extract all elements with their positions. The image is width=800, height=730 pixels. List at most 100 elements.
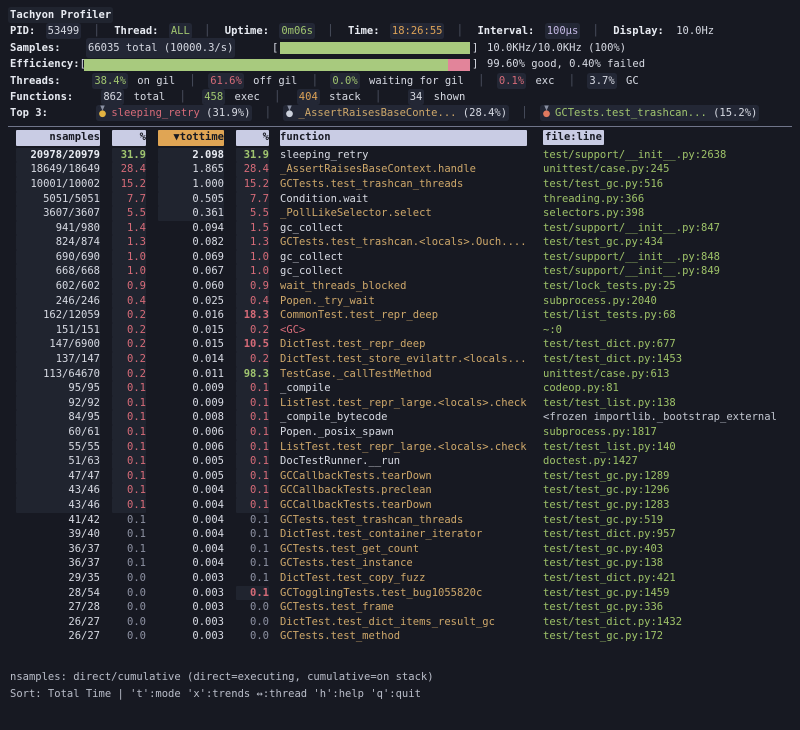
tottime-cell: 0.011: [158, 367, 224, 382]
function-cell: wait_threads_blocked: [280, 279, 527, 294]
nsamples-cell: 28/54: [16, 586, 100, 601]
thread-value[interactable]: ALL: [171, 25, 190, 37]
functions-exec-label: exec: [235, 91, 260, 103]
function-cell: gc_collect: [280, 250, 527, 265]
column-header-function[interactable]: function: [280, 130, 527, 146]
nsamples-cell: 137/147: [16, 352, 100, 367]
tottime-cell: 0.003: [158, 615, 224, 630]
nsamples-cell: 18649/18649: [16, 162, 100, 177]
function-cell: TestCase._callTestMethod: [280, 367, 527, 382]
function-cell: DictTest.test_copy_fuzz: [280, 571, 527, 586]
column-header-cumulative-pct[interactable]: %: [236, 130, 269, 146]
table-row: 28/54 0.0 0.003 0.1 GCTogglingTests.test…: [0, 586, 800, 601]
direct-pct-cell: 1.0: [112, 264, 146, 279]
file-line-cell: test/test_gc.py:516: [543, 177, 792, 192]
cumulative-pct-cell: 7.7: [236, 192, 269, 207]
table-row: 47/47 0.1 0.005 0.1 GCCallbackTests.tear…: [0, 469, 800, 484]
cumulative-pct-cell: 0.2: [236, 323, 269, 338]
direct-pct-cell: 0.1: [112, 513, 146, 528]
function-cell: _compile: [280, 381, 527, 396]
direct-pct-cell: 0.2: [112, 308, 146, 323]
direct-pct-cell: 1.3: [112, 235, 146, 250]
top3-line: Top 3: sleeping_retry (31.9%) │ _AssertR…: [0, 105, 800, 121]
tottime-cell: 0.361: [158, 206, 224, 221]
samples-value: 66035 total (10000.3/s): [88, 40, 233, 56]
cumulative-pct-cell: 0.1: [236, 396, 269, 411]
separator: │: [521, 107, 527, 119]
cumulative-pct-cell: 0.1: [236, 498, 269, 513]
direct-pct-cell: 0.2: [112, 337, 146, 352]
cumulative-pct-cell: 15.2: [236, 177, 269, 192]
nsamples-cell: 162/12059: [16, 308, 100, 323]
threads-gc-pct: 3.7%: [589, 75, 614, 87]
cumulative-pct-cell: 1.0: [236, 250, 269, 265]
tottime-cell: 0.003: [158, 629, 224, 644]
tottime-cell: 0.003: [158, 586, 224, 601]
footer-keybindings: Sort: Total Time | 't':mode 'x':trends ↔…: [10, 686, 800, 703]
table-row: 92/92 0.1 0.009 0.1 ListTest.test_repr_l…: [0, 396, 800, 411]
threads-waiting-label: waiting for gil: [369, 75, 464, 87]
file-line-cell: subprocess.py:2040: [543, 294, 792, 309]
direct-pct-cell: 0.1: [112, 542, 146, 557]
function-cell: Condition.wait: [280, 192, 527, 207]
separator: │: [94, 25, 100, 37]
file-line-cell: test/test_dict.py:421: [543, 571, 792, 586]
info-line: PID: 53499 │ Thread: ALL │ Uptime: 0m06s…: [0, 23, 800, 39]
function-cell: GCTests.test_trashcan_threads: [280, 177, 527, 192]
cumulative-pct-cell: 5.5: [236, 206, 269, 221]
header-divider: [8, 126, 792, 127]
function-cell: DictTest.test_container_iterator: [280, 527, 527, 542]
file-line-cell: test/test_dict.py:1432: [543, 615, 792, 630]
direct-pct-cell: 0.0: [112, 586, 146, 601]
tottime-cell: 0.005: [158, 454, 224, 469]
samples-line: Samples: 66035 total (10000.3/s) [ ] 10.…: [0, 40, 800, 56]
efficiency-bar-close-bracket: ]: [472, 56, 478, 72]
file-line-cell: threading.py:366: [543, 192, 792, 207]
file-line-cell: test/test_dict.py:957: [543, 527, 792, 542]
top3-entry-2-name: _AssertRaisesBaseConte...: [298, 107, 456, 119]
cumulative-pct-cell: 0.1: [236, 410, 269, 425]
file-line-cell: test/test_list.py:140: [543, 440, 792, 455]
file-line-cell: test/test_gc.py:1296: [543, 483, 792, 498]
table-row: 43/46 0.1 0.004 0.1 GCCallbackTests.tear…: [0, 498, 800, 513]
function-cell: _AssertRaisesBaseContext.handle: [280, 162, 527, 177]
table-row: 941/980 1.4 0.094 1.5 gc_collect test/su…: [0, 221, 800, 236]
table-row: 41/42 0.1 0.004 0.1 GCTests.test_trashca…: [0, 513, 800, 528]
direct-pct-cell: 0.0: [112, 571, 146, 586]
file-line-cell: test/support/__init__.py:849: [543, 264, 792, 279]
direct-pct-cell: 0.1: [112, 425, 146, 440]
footer-legend: nsamples: direct/cumulative (direct=exec…: [10, 669, 800, 686]
column-header-file-line[interactable]: file:line: [543, 130, 604, 145]
cumulative-pct-cell: 98.3: [236, 367, 269, 382]
tottime-cell: 0.014: [158, 352, 224, 367]
table-row: 84/95 0.1 0.008 0.1 _compile_bytecode <f…: [0, 410, 800, 425]
top3-entry-1: sleeping_retry (31.9%): [98, 107, 250, 119]
function-cell: _PollLikeSelector.select: [280, 206, 527, 221]
table-row: 51/63 0.1 0.005 0.1 DocTestRunner.__run …: [0, 454, 800, 469]
file-line-cell: test/test_gc.py:1459: [543, 586, 792, 601]
tottime-cell: 0.006: [158, 425, 224, 440]
tottime-cell: 2.098: [158, 148, 224, 163]
separator: │: [375, 91, 381, 103]
table-row: 690/690 1.0 0.069 1.0 gc_collect test/su…: [0, 250, 800, 265]
direct-pct-cell: 0.1: [112, 469, 146, 484]
tottime-cell: 0.004: [158, 513, 224, 528]
tottime-cell: 0.003: [158, 600, 224, 615]
cumulative-pct-cell: 28.4: [236, 162, 269, 177]
top3-entry-1-name: sleeping_retry: [111, 107, 200, 119]
file-line-cell: test/test_gc.py:1283: [543, 498, 792, 513]
cumulative-pct-cell: 0.2: [236, 352, 269, 367]
separator: │: [265, 107, 271, 119]
column-header-nsamples[interactable]: nsamples: [16, 130, 100, 146]
function-cell: GCCallbackTests.tearDown: [280, 469, 527, 484]
column-header-tottime-sorted[interactable]: ▼tottime: [158, 130, 224, 146]
file-line-cell: test/support/__init__.py:848: [543, 250, 792, 265]
functions-stack-count: 404: [299, 91, 318, 103]
function-cell: GCCallbackTests.tearDown: [280, 498, 527, 513]
column-header-direct-pct[interactable]: %: [112, 130, 146, 146]
table-body: 20978/20979 31.9 2.098 31.9 sleeping_ret…: [0, 148, 800, 644]
file-line-cell: test/test_gc.py:434: [543, 235, 792, 250]
table-row: 26/27 0.0 0.003 0.0 GCTests.test_method …: [0, 629, 800, 644]
samples-label: Samples:: [10, 40, 88, 56]
separator: │: [204, 25, 210, 37]
